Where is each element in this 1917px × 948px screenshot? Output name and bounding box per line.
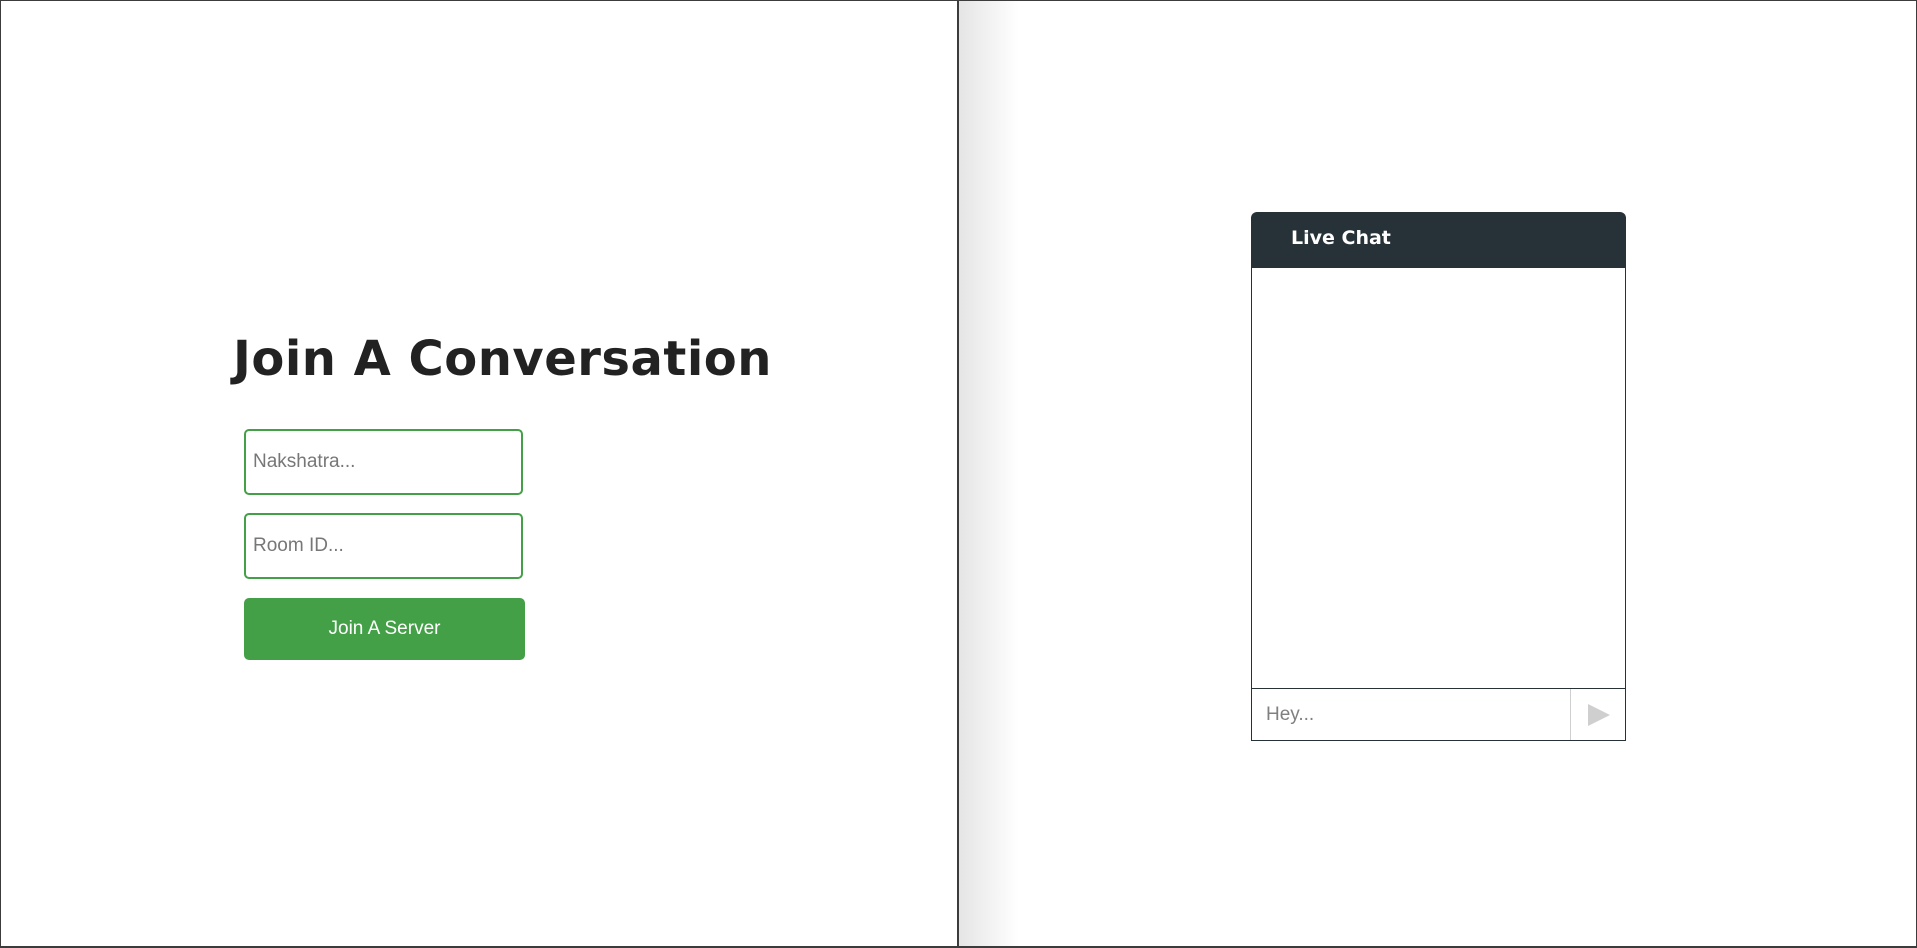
join-server-button[interactable]: Join A Server	[244, 598, 525, 660]
chat-window: Live Chat	[1251, 212, 1626, 741]
chat-footer	[1251, 688, 1626, 741]
app-frame: Join A Conversation Join A Server Live C…	[0, 0, 1917, 948]
panel-shadow	[959, 1, 1019, 946]
join-panel: Join A Conversation Join A Server	[1, 1, 959, 946]
page-title: Join A Conversation	[233, 331, 772, 387]
username-input[interactable]	[244, 429, 523, 495]
chat-panel: Live Chat	[959, 1, 1916, 946]
chat-header-title: Live Chat	[1291, 227, 1391, 249]
room-id-input[interactable]	[244, 513, 523, 579]
play-triangle-icon	[1588, 704, 1610, 726]
chat-header: Live Chat	[1251, 212, 1626, 268]
send-button[interactable]	[1571, 689, 1625, 740]
message-input[interactable]	[1252, 689, 1571, 740]
chat-messages-area[interactable]	[1251, 268, 1626, 689]
